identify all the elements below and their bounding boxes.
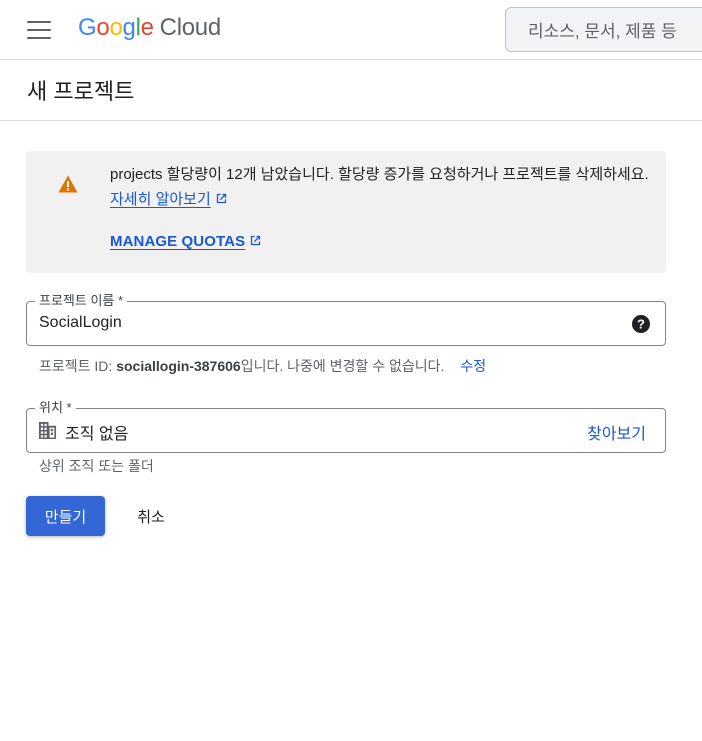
logo-letter: o	[96, 14, 110, 41]
open-in-new-icon	[251, 235, 261, 246]
learn-more-label: 자세히 알아보기	[110, 191, 211, 208]
project-name-input[interactable]: SocialLogin	[39, 314, 122, 332]
logo-letter: g	[122, 14, 136, 41]
location-field[interactable]: 위치 * 조직 없음 찾아보기	[26, 399, 666, 453]
location-label: 위치 *	[35, 399, 76, 417]
building-icon	[38, 421, 57, 440]
logo-letter: G	[78, 14, 97, 41]
svg-text:?: ?	[637, 317, 645, 332]
page-title: 새 프로젝트	[27, 79, 135, 104]
create-button[interactable]: 만들기	[26, 496, 105, 536]
quota-alert: projects 할당량이 12개 남았습니다. 할당량 증가를 요청하거나 프…	[26, 151, 666, 273]
page-header: 새 프로젝트	[0, 60, 702, 121]
warning-triangle-icon	[58, 175, 78, 193]
cancel-button[interactable]: 취소	[120, 496, 182, 536]
project-id-prefix: 프로젝트 ID:	[39, 358, 117, 374]
logo-letter: o	[109, 14, 123, 41]
google-logo-text: Google	[78, 14, 154, 42]
cloud-logo-text: Cloud	[159, 14, 222, 41]
project-name-field[interactable]: 프로젝트 이름 * SocialLogin ?	[26, 292, 666, 346]
project-id-hint: 프로젝트 ID: sociallogin-387606입니다. 나중에 변경할 …	[39, 356, 486, 376]
google-cloud-logo[interactable]: Google Cloud	[78, 14, 221, 44]
browse-button[interactable]: 찾아보기	[587, 420, 646, 444]
logo-letter: e	[140, 14, 154, 41]
open-in-new-icon	[216, 193, 226, 204]
location-hint: 상위 조직 또는 폴더	[39, 458, 154, 474]
manage-quotas-link[interactable]: MANAGE QUOTAS	[110, 233, 262, 250]
manage-quotas-label: MANAGE QUOTAS	[110, 233, 246, 250]
hamburger-menu-icon[interactable]	[20, 11, 58, 49]
project-id-suffix: 입니다. 나중에 변경할 수 없습니다.	[240, 358, 445, 374]
learn-more-link[interactable]: 자세히 알아보기	[110, 191, 211, 208]
alert-text: projects 할당량이 12개 남았습니다. 할당량 증가를 요청하거나 프…	[110, 166, 649, 183]
help-circle-icon[interactable]: ?	[631, 314, 651, 334]
project-name-label: 프로젝트 이름 *	[35, 292, 128, 310]
project-id-value: sociallogin-387606	[116, 358, 241, 374]
alert-message: projects 할당량이 12개 남았습니다. 할당량 증가를 요청하거나 프…	[110, 162, 650, 212]
search-input[interactable]: 리소스, 문서, 제품 등	[505, 7, 702, 52]
top-bar: Google Cloud 리소스, 문서, 제품 등	[0, 0, 702, 60]
location-value: 조직 없음	[65, 426, 129, 443]
edit-project-id-link[interactable]: 수정	[460, 358, 486, 374]
